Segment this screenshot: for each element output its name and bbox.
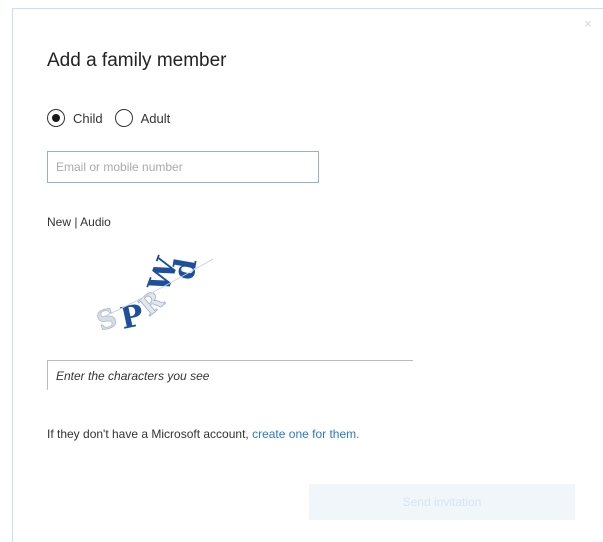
radio-child-label: Child <box>73 110 103 126</box>
radio-button-checked-icon[interactable] <box>47 109 65 127</box>
radio-button-unchecked-icon[interactable] <box>114 109 133 127</box>
member-type-radio-group: Child Adult <box>47 109 182 127</box>
account-note: If they don't have a Microsoft account, … <box>47 427 359 441</box>
create-account-link[interactable]: create one for them. <box>252 427 359 441</box>
captcha-link-separator: | <box>71 215 81 229</box>
captcha-char-s: S <box>93 303 121 338</box>
email-or-phone-input[interactable] <box>47 151 319 183</box>
dialog-title: Add a family member <box>47 50 227 71</box>
captcha-characters-input[interactable] <box>47 360 413 390</box>
add-family-member-dialog: × Add a family member Child Adult New | … <box>12 8 603 542</box>
captcha-new-link[interactable]: New <box>47 215 71 229</box>
radio-adult-label: Adult <box>140 110 171 126</box>
radio-child[interactable]: Child <box>47 109 103 127</box>
captcha-audio-link[interactable]: Audio <box>80 215 111 229</box>
captcha-links: New | Audio <box>47 215 111 229</box>
captcha-image: S P R W d <box>93 252 214 338</box>
radio-dot <box>52 114 60 122</box>
close-icon[interactable]: × <box>581 17 595 31</box>
account-note-text: If they don't have a Microsoft account, <box>47 427 253 441</box>
radio-adult[interactable]: Adult <box>114 109 171 127</box>
send-invitation-button[interactable]: Send invitation <box>309 484 575 520</box>
